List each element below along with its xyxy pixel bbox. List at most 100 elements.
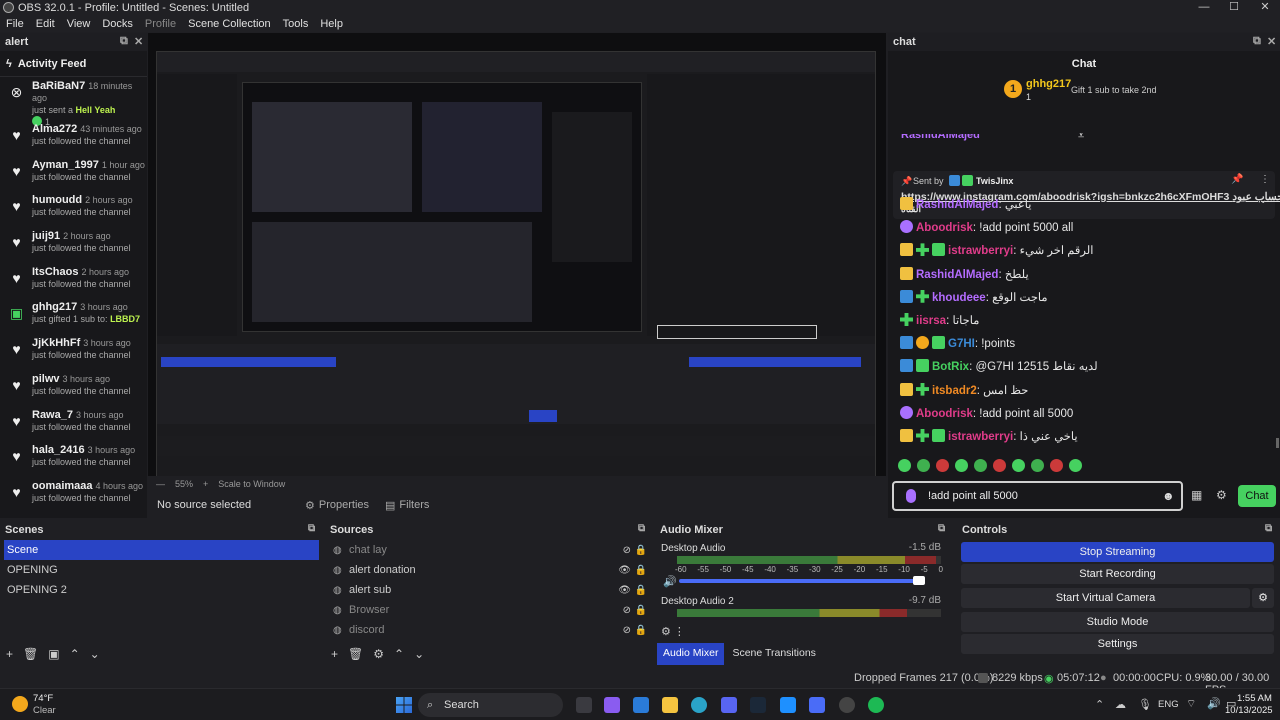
move-down-button[interactable]: ⌄ [90,647,100,661]
volume-slider[interactable] [679,576,925,585]
menu-docks[interactable]: Docks [96,18,139,30]
source-properties-button[interactable]: ⚙ [373,647,384,661]
tray-overflow-icon[interactable]: ⌃ [1095,698,1104,711]
gift-box-icon[interactable]: ▦ [1191,488,1202,502]
eye-hidden-icon[interactable]: ⊘ [623,605,631,616]
settings-button[interactable]: Settings [961,634,1274,654]
source-item[interactable]: ◍ alert sub 👁 🔒 [325,580,653,600]
zoom-in-button[interactable]: + [203,479,208,489]
close-button[interactable]: ✕ [1250,0,1280,15]
menu-scene-collection[interactable]: Scene Collection [182,18,277,30]
source-item[interactable]: ◍ discord ⊘ 🔒 [325,620,653,640]
start-recording-button[interactable]: Start Recording [961,564,1274,584]
float-dock-icon[interactable]: ⧉ [938,523,945,534]
eye-icon[interactable]: 👁 [618,585,631,596]
emote-icon[interactable] [1012,459,1025,472]
emote-icon[interactable] [917,459,930,472]
task-view-icon[interactable] [576,697,592,713]
app-icon-2[interactable] [809,697,825,713]
remove-source-button[interactable]: 🗑 [348,647,363,661]
eye-icon[interactable]: 👁 [618,565,631,576]
emote-icon[interactable] [974,459,987,472]
send-chat-button[interactable]: Chat [1238,485,1276,507]
language[interactable]: ENG [1158,699,1179,710]
emote-icon[interactable] [1069,459,1082,472]
scene-item[interactable]: OPENING [0,560,323,580]
eye-hidden-icon[interactable]: ⊘ [623,625,631,636]
chat-username[interactable]: RashidAlMajed [916,269,998,281]
menu-profile[interactable]: Profile [139,18,182,30]
cloud-icon[interactable]: ☁ [1115,698,1126,711]
mute-icon[interactable]: 🔊 [663,575,677,588]
chat-input[interactable]: !add point all 5000 ☻ [892,481,1183,511]
emote-icon[interactable] [1050,459,1063,472]
emote-icon[interactable] [955,459,968,472]
source-item[interactable]: ◍ Browser ⊘ 🔒 [325,600,653,620]
chat-username[interactable]: itsbadr2 [932,385,977,397]
preview-canvas[interactable] [148,33,886,476]
chat-username[interactable]: Aboodrisk [916,222,973,234]
taskbar-search[interactable]: ⌕ Search [418,693,563,717]
emote-icon[interactable] [1031,459,1044,472]
maximize-button[interactable]: ☐ [1219,0,1249,15]
scene-item[interactable]: OPENING 2 [0,580,323,600]
obs-taskbar-icon[interactable] [839,697,855,713]
float-dock-icon[interactable]: ⧉ [638,523,645,534]
float-dock-icon[interactable]: ⧉ [1265,523,1272,534]
source-item[interactable]: ◍ chat lay ⊘ 🔒 [325,540,653,560]
expand-chevron-icon[interactable]: ⌄ [1259,195,1267,206]
weather-temp[interactable]: 74°F [33,693,53,704]
start-virtual-camera-button[interactable]: Start Virtual Camera [961,588,1250,608]
menu-file[interactable]: File [0,18,30,30]
move-down-button[interactable]: ⌄ [414,647,424,661]
move-up-button[interactable]: ⌃ [70,647,80,661]
emoji-icon[interactable]: ☻ [1162,483,1175,509]
scale-mode[interactable]: Scale to Window [218,479,285,489]
chat-username[interactable]: RashidAlMajed [916,199,998,211]
edge-icon[interactable] [691,697,707,713]
chat-username[interactable]: BotRix [932,361,969,373]
minimize-button[interactable]: — [1189,0,1219,15]
menu-edit[interactable]: Edit [30,18,61,30]
spotify-icon[interactable] [868,697,884,713]
wifi-icon[interactable]: ⌔ [1186,697,1196,711]
lock-icon[interactable]: 🔒 [635,585,647,596]
menu-help[interactable]: Help [314,18,349,30]
stop-streaming-button[interactable]: Stop Streaming [961,542,1274,562]
folder-icon[interactable] [662,697,678,713]
lock-icon[interactable]: 🔒 [635,565,647,576]
chat-scrollbar[interactable] [1276,438,1279,448]
clock[interactable]: 1:55 AM [1237,693,1272,704]
scroll-indicator-icon[interactable]: ⩡ [1078,130,1084,143]
discord-icon[interactable] [721,697,737,713]
tab-scene-transitions[interactable]: Scene Transitions [724,643,823,665]
emote-icon[interactable] [936,459,949,472]
volume-icon[interactable]: 🔊 [1207,697,1221,710]
lock-icon[interactable]: 🔒 [635,625,647,636]
chat-username[interactable]: khoudeee [932,292,986,304]
scene-item[interactable]: Scene [4,540,319,560]
scene-filter-button[interactable]: ▣ [48,647,59,661]
chat-username[interactable]: Aboodrisk [916,408,973,420]
close-dock-icon[interactable]: ✕ [1267,35,1276,48]
add-scene-button[interactable]: + [6,647,13,661]
float-dock-icon[interactable]: ⧉ [1253,35,1261,48]
unpin-icon[interactable]: 📌 [1231,174,1243,185]
copilot-icon[interactable] [604,697,620,713]
close-dock-icon[interactable]: ✕ [134,35,143,48]
source-item[interactable]: ◍ alert donation 👁 🔒 [325,560,653,580]
menu-tools[interactable]: Tools [277,18,315,30]
chat-username[interactable]: istrawberryi [948,245,1013,257]
add-source-button[interactable]: + [331,647,338,661]
virtual-camera-settings-icon[interactable]: ⚙ [1252,588,1274,608]
eye-hidden-icon[interactable]: ⊘ [623,545,631,556]
slider-handle[interactable] [913,576,925,585]
more-icon[interactable]: ⋮ [1260,174,1270,185]
float-dock-icon[interactable]: ⧉ [120,35,128,48]
mixer-settings-icon[interactable]: ⚙ ⋮ [661,625,685,638]
chat-username[interactable]: iisrsa [916,315,946,327]
tab-audio-mixer[interactable]: Audio Mixer [657,643,725,665]
steam-icon[interactable] [750,697,766,713]
chat-username[interactable]: G7HI [948,338,975,350]
filters-button[interactable]: ▤ Filters [377,497,437,514]
